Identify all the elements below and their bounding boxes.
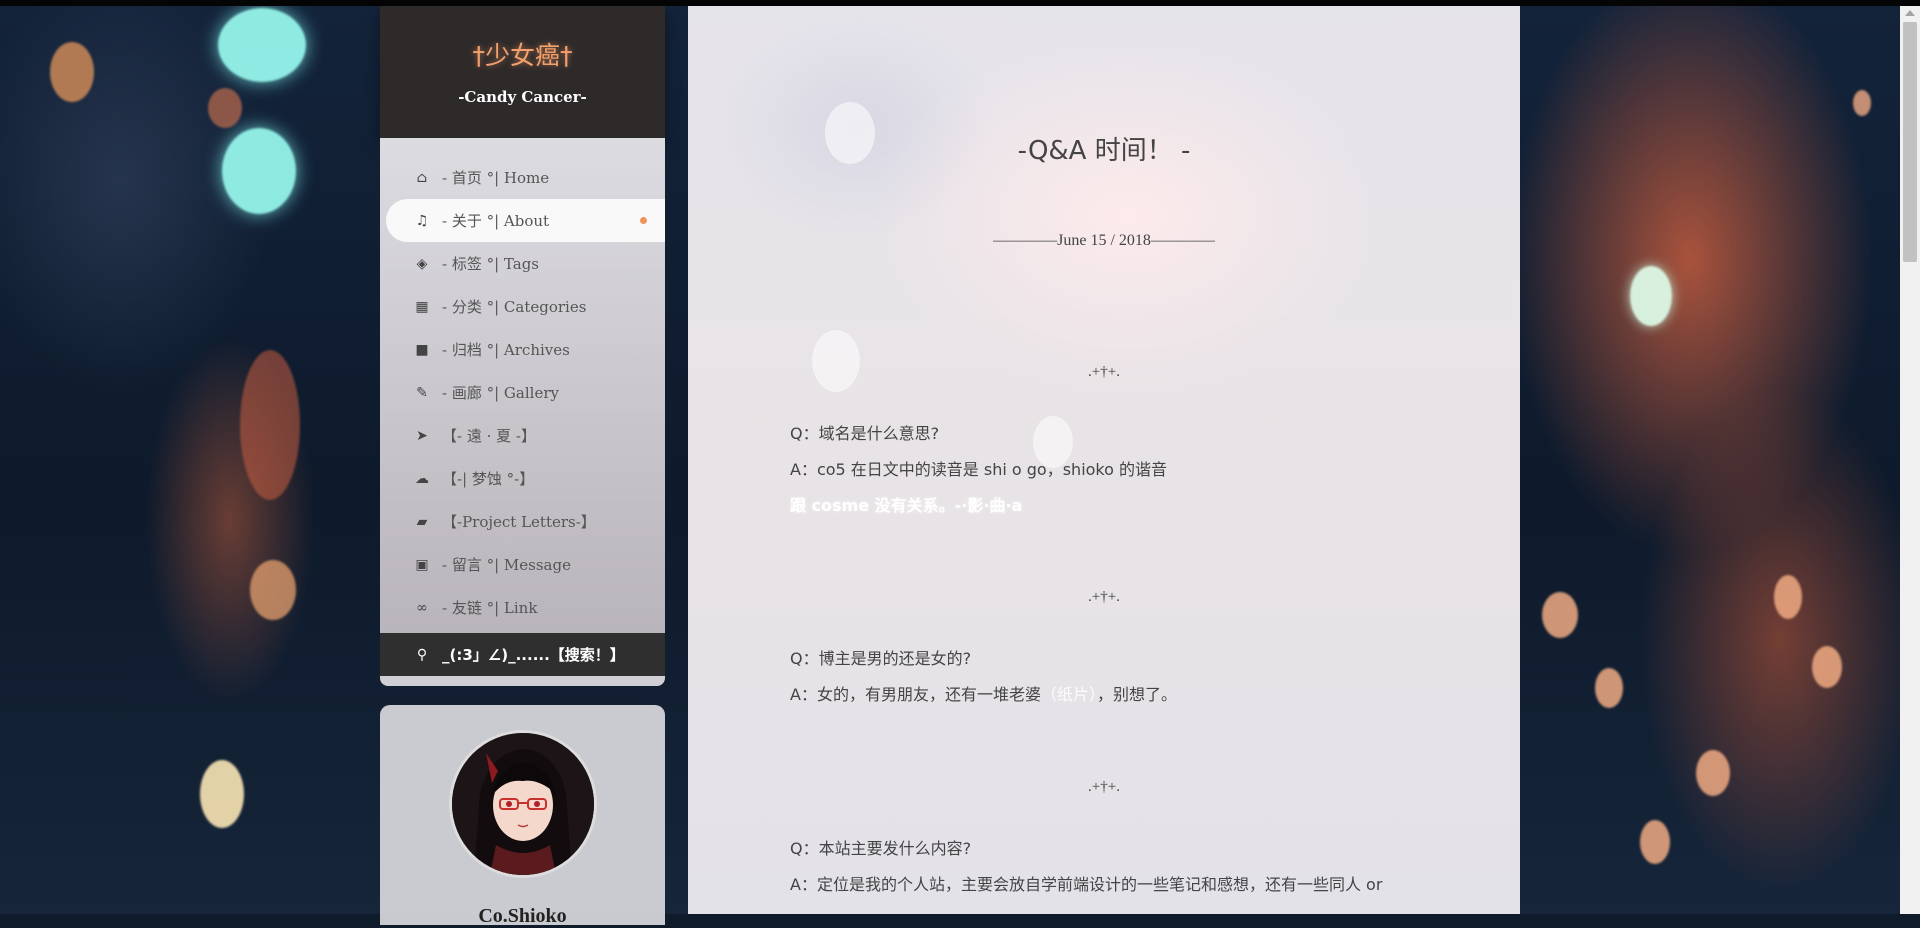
bokeh-light: [1853, 90, 1871, 116]
cloud-icon: ☁: [415, 470, 429, 487]
avatar[interactable]: [449, 730, 597, 878]
sidebar-item-link[interactable]: ∞ - 友链 °| Link: [380, 586, 665, 629]
bokeh-light: [240, 350, 300, 500]
sidebar-item-message[interactable]: ▣ - 留言 °| Message: [380, 543, 665, 586]
sidebar-item-label: - 标签 °| Tags: [442, 255, 540, 273]
sidebar-item-gallery[interactable]: ✎ - 画廊 °| Gallery: [380, 371, 665, 414]
post-date: ————June 15 / 2018————: [993, 232, 1215, 249]
qa-block: Q：本站主要发什么内容? A：定位是我的个人站，主要会放自学前端设计的一些笔记和…: [790, 831, 1382, 903]
bokeh-light: [208, 88, 242, 128]
search-icon: ⚲: [416, 646, 428, 663]
sticky-note-icon: ▰: [416, 513, 428, 530]
bokeh-light: [812, 330, 860, 392]
sidebar-item-label: - 首页 °| Home: [442, 169, 550, 187]
sidebar-item-archives[interactable]: ■ - 归档 °| Archives: [380, 328, 665, 371]
post-content: -Q&A 时间！ - ————June 15 / 2018———— .+†+. …: [688, 6, 1520, 914]
link-icon: ∞: [416, 599, 428, 616]
bokeh-light: [1630, 266, 1672, 326]
bokeh-light: [250, 560, 296, 620]
sidebar-item-home[interactable]: ⌂ - 首页 °| Home: [380, 156, 665, 199]
sidebar-menu: ⌂ - 首页 °| Home ♫ - 关于 °| About ◈ - 标签 °|…: [380, 138, 665, 633]
qa-block: Q：博主是男的还是女的? A：女的，有男朋友，还有一堆老婆（纸片），别想了。: [790, 641, 1177, 713]
answer: A：女的，有男朋友，还有一堆老婆（纸片），别想了。: [790, 677, 1177, 713]
sidebar-item-label: - 分类 °| Categories: [442, 298, 587, 316]
post-title: -Q&A 时间！ -: [1017, 136, 1191, 166]
bokeh-light: [1640, 820, 1670, 864]
bokeh-light: [1696, 750, 1730, 796]
qa-block: Q：域名是什么意思? A：co5 在日文中的读音是 shi o go，shiok…: [790, 416, 1167, 524]
sidebar-item-tags[interactable]: ◈ - 标签 °| Tags: [380, 242, 665, 285]
avatar-illustration: [452, 733, 594, 875]
sidebar-item-label: - 留言 °| Message: [442, 556, 571, 574]
search-button[interactable]: ⚲ _(:3」∠)_......【搜索！】: [380, 633, 665, 676]
profile-name: Co.Shioko: [478, 905, 567, 927]
sidebar: †少女癌† -Candy Cancer- ⌂ - 首页 °| Home ♫ - …: [380, 6, 665, 686]
question: Q：博主是男的还是女的?: [790, 649, 972, 668]
question: Q：域名是什么意思?: [790, 424, 940, 443]
answer-text: ，别想了。: [1096, 685, 1177, 704]
sidebar-item-summer[interactable]: ➤ 【- 遠 · 夏 -】: [380, 414, 665, 457]
sidebar-item-categories[interactable]: ▦ - 分类 °| Categories: [380, 285, 665, 328]
archive-icon: ■: [415, 341, 429, 358]
scroll-thumb[interactable]: [1903, 22, 1917, 262]
answer: A：co5 在日文中的读音是 shi o go，shioko 的谐音: [790, 460, 1167, 479]
paper-plane-icon: ➤: [416, 427, 428, 444]
sidebar-item-label: 【-| 梦蚀 °-】: [442, 470, 535, 488]
active-indicator: [640, 217, 647, 224]
brush-icon: ✎: [416, 384, 428, 401]
sidebar-item-dream[interactable]: ☁ 【-| 梦蚀 °-】: [380, 457, 665, 500]
grid-icon: ▦: [415, 298, 429, 315]
music-icon: ♫: [415, 212, 429, 229]
sidebar-item-label: 【-Project Letters-】: [442, 513, 596, 531]
image-icon: ▣: [415, 556, 429, 573]
scroll-up-arrow-icon[interactable]: [1905, 10, 1915, 16]
home-icon: ⌂: [416, 169, 428, 186]
bokeh-light: [50, 42, 94, 102]
bokeh-light: [1542, 592, 1578, 638]
question: Q：本站主要发什么内容?: [790, 839, 972, 858]
hidden-text: （纸片）: [1040, 685, 1097, 704]
bokeh-light: [200, 760, 244, 828]
sidebar-item-label: - 友链 °| Link: [442, 599, 538, 617]
section-divider: .+†+.: [1088, 779, 1120, 795]
section-divider: .+†+.: [1088, 589, 1120, 605]
site-header: †少女癌† -Candy Cancer-: [380, 6, 665, 138]
sidebar-item-label: 【- 遠 · 夏 -】: [442, 427, 536, 445]
hidden-text: 跟 cosme 没有关系。-·影·曲·a: [790, 496, 1023, 515]
page-scrollbar[interactable]: [1900, 6, 1920, 914]
sidebar-item-project-letters[interactable]: ▰ 【-Project Letters-】: [380, 500, 665, 543]
site-subtitle: -Candy Cancer-: [458, 88, 587, 106]
search-label: _(:3」∠)_......【搜索！】: [442, 646, 625, 664]
profile-card: Co.Shioko: [380, 705, 665, 927]
bokeh-light: [222, 128, 296, 214]
sidebar-item-label: - 画廊 °| Gallery: [442, 384, 559, 402]
site-title[interactable]: †少女癌†: [380, 6, 665, 72]
menu-footer: [380, 676, 665, 686]
answer: A：定位是我的个人站，主要会放自学前端设计的一些笔记和感想，还有一些同人 or: [790, 875, 1383, 894]
sidebar-item-label: - 归档 °| Archives: [442, 341, 570, 359]
bokeh-light: [218, 8, 306, 82]
bokeh-light: [1595, 668, 1623, 708]
sidebar-item-label: - 关于 °| About: [442, 212, 550, 230]
sidebar-item-about[interactable]: ♫ - 关于 °| About: [386, 199, 665, 242]
bokeh-light: [1812, 646, 1842, 688]
answer-text: A：女的，有男朋友，还有一堆老婆: [790, 685, 1041, 704]
section-divider: .+†+.: [1088, 364, 1120, 380]
tags-icon: ◈: [416, 255, 428, 272]
bokeh-light: [1774, 575, 1802, 619]
